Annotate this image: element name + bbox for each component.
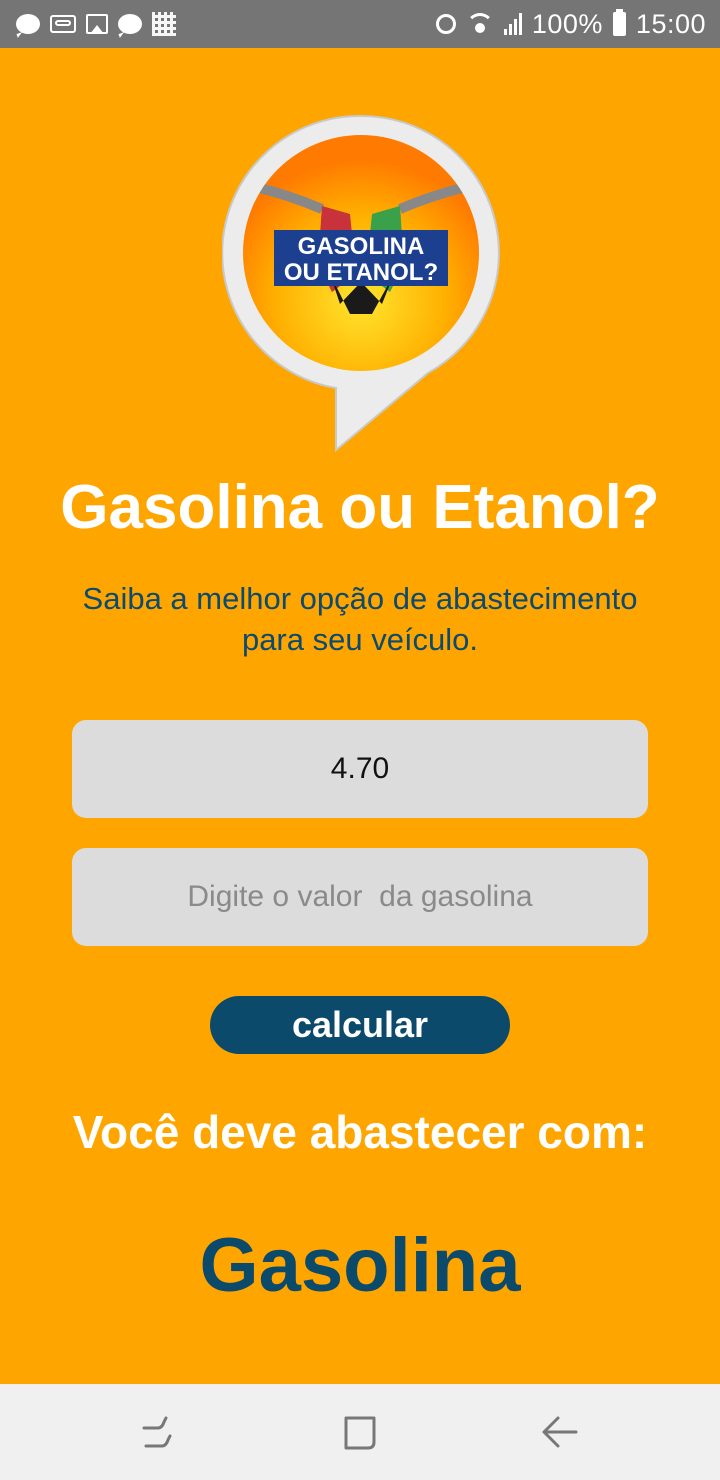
gasoline-price-input[interactable] bbox=[72, 848, 648, 946]
subtitle: Saiba a melhor opção de abastecimento pa… bbox=[40, 578, 680, 660]
status-bar: 100% 15:00 bbox=[0, 0, 720, 48]
recent-apps-icon bbox=[142, 1416, 172, 1448]
back-icon bbox=[542, 1416, 578, 1448]
chat-bubble-icon bbox=[118, 14, 142, 34]
status-system: 100% 15:00 bbox=[435, 8, 706, 40]
chat-bubble-icon bbox=[16, 14, 40, 34]
battery-percentage: 100% bbox=[531, 8, 603, 39]
battery-icon bbox=[612, 9, 626, 36]
signal-icon bbox=[503, 13, 522, 35]
logo-text-line1: GASOLINA bbox=[298, 233, 425, 260]
home-icon bbox=[344, 1416, 376, 1450]
status-notifications bbox=[16, 12, 176, 36]
calculate-button[interactable]: calcular bbox=[210, 996, 510, 1054]
logo-text-line2: OU ETANOL? bbox=[284, 259, 438, 286]
subtitle-line-2: para seu veículo. bbox=[241, 622, 479, 657]
subtitle-line-1: Saiba a melhor opção de abastecimento bbox=[82, 581, 638, 616]
recent-apps-button[interactable] bbox=[134, 1406, 186, 1458]
app-logo: GASOLINA OU ETANOL? bbox=[221, 114, 502, 454]
result-value: Gasolina bbox=[199, 1223, 521, 1308]
clock: 15:00 bbox=[635, 8, 706, 39]
alarm-icon bbox=[435, 14, 456, 34]
grid-icon bbox=[152, 12, 176, 36]
home-button[interactable] bbox=[334, 1406, 386, 1458]
voicemail-icon bbox=[50, 15, 76, 33]
wifi-icon bbox=[465, 13, 494, 35]
image-icon bbox=[86, 14, 108, 34]
back-button[interactable] bbox=[534, 1406, 586, 1458]
result-label: Você deve abastecer com: bbox=[72, 1106, 648, 1158]
navigation-bar bbox=[0, 1384, 720, 1480]
ethanol-price-input[interactable] bbox=[72, 720, 648, 818]
page-title: Gasolina ou Etanol? bbox=[60, 473, 660, 542]
